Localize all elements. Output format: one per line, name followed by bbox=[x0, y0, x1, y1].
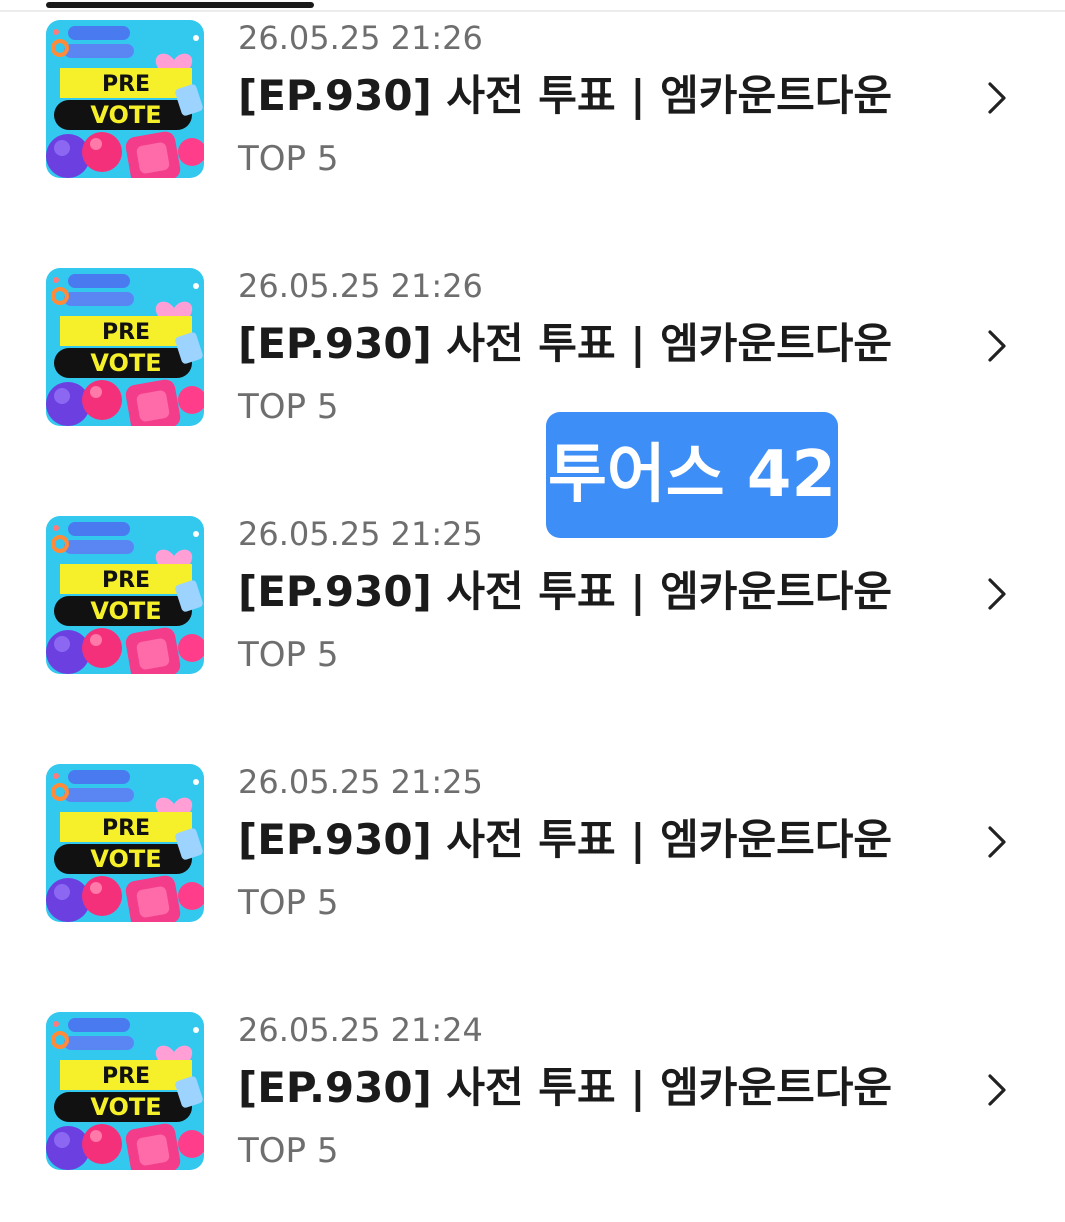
item-date: 26.05.25 21:24 bbox=[238, 1011, 483, 1049]
pre-vote-thumbnail: PRE VOTE bbox=[46, 268, 204, 426]
list-item[interactable]: PRE VOTE 26.05.25 21:25 [EP.930] 사전 투표 |… bbox=[0, 744, 1065, 924]
thumbnail-pre-text: PRE bbox=[102, 320, 150, 345]
pre-vote-thumbnail: PRE VOTE bbox=[46, 516, 204, 674]
item-title: [EP.930] 사전 투표 | 엠카운트다운 bbox=[238, 567, 893, 616]
pre-vote-artwork: PRE VOTE bbox=[46, 1012, 204, 1170]
thumbnail-vote-text: VOTE bbox=[90, 1093, 161, 1121]
thumbnail-pre-text: PRE bbox=[102, 816, 150, 841]
item-subtitle: TOP 5 bbox=[238, 1131, 339, 1171]
item-date: 26.05.25 21:26 bbox=[238, 19, 483, 57]
chevron-right-icon[interactable] bbox=[982, 574, 1012, 614]
pre-vote-thumbnail: PRE VOTE bbox=[46, 764, 204, 922]
item-subtitle: TOP 5 bbox=[238, 387, 339, 427]
item-title: [EP.930] 사전 투표 | 엠카운트다운 bbox=[238, 319, 893, 368]
item-subtitle: TOP 5 bbox=[238, 635, 339, 675]
chevron-right-icon[interactable] bbox=[982, 78, 1012, 118]
item-title: [EP.930] 사전 투표 | 엠카운트다운 bbox=[238, 71, 893, 120]
thumbnail-vote-text: VOTE bbox=[90, 101, 161, 129]
item-title: [EP.930] 사전 투표 | 엠카운트다운 bbox=[238, 1063, 893, 1112]
item-date: 26.05.25 21:25 bbox=[238, 763, 483, 801]
pre-vote-artwork: PRE VOTE bbox=[46, 516, 204, 674]
item-date: 26.05.25 21:26 bbox=[238, 267, 483, 305]
item-subtitle: TOP 5 bbox=[238, 139, 339, 179]
pre-vote-artwork: PRE VOTE bbox=[46, 20, 204, 178]
list-item[interactable]: PRE VOTE 26.05.25 21:26 [EP.930] 사전 투표 |… bbox=[0, 0, 1065, 180]
thumbnail-vote-text: VOTE bbox=[90, 845, 161, 873]
chevron-right-icon[interactable] bbox=[982, 822, 1012, 862]
thumbnail-vote-text: VOTE bbox=[90, 349, 161, 377]
item-subtitle: TOP 5 bbox=[238, 883, 339, 923]
item-title: [EP.930] 사전 투표 | 엠카운트다운 bbox=[238, 815, 893, 864]
thumbnail-pre-text: PRE bbox=[102, 568, 150, 593]
item-date: 26.05.25 21:25 bbox=[238, 515, 483, 553]
pre-vote-thumbnail: PRE VOTE bbox=[46, 20, 204, 178]
thumbnail-pre-text: PRE bbox=[102, 1064, 150, 1089]
vote-history-page: PRE VOTE 26.05.25 21:26 [EP.930] 사전 투표 |… bbox=[0, 0, 1065, 1222]
thumbnail-pre-text: PRE bbox=[102, 72, 150, 97]
pre-vote-artwork: PRE VOTE bbox=[46, 268, 204, 426]
list-item[interactable]: PRE VOTE 26.05.25 21:24 [EP.930] 사전 투표 |… bbox=[0, 992, 1065, 1172]
overlay-vote-count-badge: 투어스 42 bbox=[546, 412, 838, 538]
chevron-right-icon[interactable] bbox=[982, 1070, 1012, 1110]
chevron-right-icon[interactable] bbox=[982, 326, 1012, 366]
pre-vote-thumbnail: PRE VOTE bbox=[46, 1012, 204, 1170]
list-item[interactable]: PRE VOTE 26.05.25 21:26 [EP.930] 사전 투표 |… bbox=[0, 248, 1065, 428]
list-item[interactable]: PRE VOTE 26.05.25 21:25 [EP.930] 사전 투표 |… bbox=[0, 496, 1065, 676]
thumbnail-vote-text: VOTE bbox=[90, 597, 161, 625]
pre-vote-artwork: PRE VOTE bbox=[46, 764, 204, 922]
